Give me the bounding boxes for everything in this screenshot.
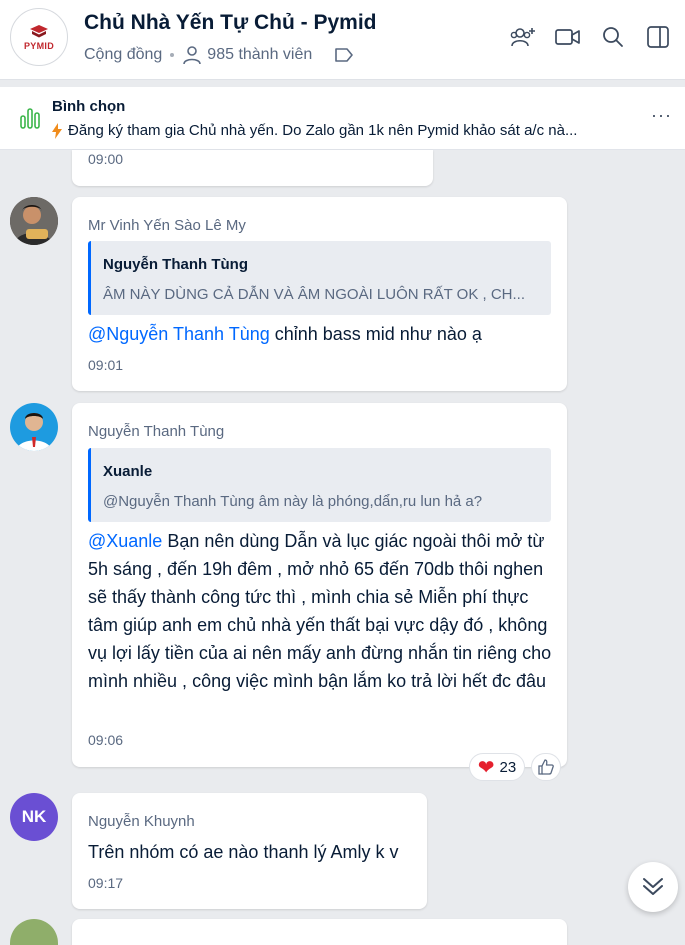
tag-icon[interactable]	[334, 47, 354, 63]
mention-link[interactable]: @Nguyễn Thanh Tùng	[88, 324, 270, 344]
message-text: Trên nhóm có ae nào thanh lý Amly k v	[88, 842, 399, 862]
poll-label: Bình chọn	[52, 98, 126, 115]
pinned-poll-bar[interactable]: Bình chọn Đăng ký tham gia Chủ nhà yến. …	[0, 87, 685, 150]
message-bubble[interactable]: Nguyễn Khuynh Trên nhóm có ae nào thanh …	[72, 793, 427, 909]
message-time: 09:00	[88, 151, 124, 167]
poll-chart-icon	[20, 108, 40, 129]
avatar[interactable]	[10, 403, 58, 451]
message-time: 09:17	[88, 875, 124, 891]
heart-icon: ❤	[477, 756, 495, 779]
add-member-icon[interactable]	[509, 24, 537, 50]
video-call-icon[interactable]	[554, 24, 582, 50]
mention-link[interactable]: @Xuanle	[88, 531, 162, 551]
message-time: 09:01	[88, 357, 124, 373]
group-title[interactable]: Chủ Nhà Yến Tự Chủ - Pymid	[84, 11, 377, 35]
lightning-icon	[52, 122, 62, 139]
quoted-text: @Nguyễn Thanh Tùng âm này là phóng,dẩn,r…	[103, 493, 483, 510]
group-subline: Cộng đồng 985 thành viên	[84, 45, 354, 65]
poll-description-text: Đăng ký tham gia Chủ nhà yến. Do Zalo gầ…	[68, 122, 578, 139]
sender-name[interactable]: Nguyễn Thanh Tùng	[88, 423, 224, 440]
avatar-initials: NK	[21, 807, 47, 826]
avatar[interactable]: NK	[10, 793, 58, 841]
message-bubble[interactable]: 09:00	[72, 150, 433, 186]
message-bubble[interactable]	[72, 919, 567, 945]
group-category: Cộng đồng	[84, 46, 163, 63]
quoted-text: ÂM NÀY DÙNG CẢ DẪN VÀ ÂM NGOÀI LUÔN RẤT …	[103, 286, 526, 303]
thumbs-up-icon	[538, 759, 554, 775]
message-body: chỉnh bass mid như nào ạ	[269, 324, 482, 344]
message-body: Bạn nên dùng Dẫn và lục giác ngoài thôi …	[88, 531, 552, 691]
reaction-count: 23	[499, 758, 517, 776]
group-avatar[interactable]: PYMID	[10, 8, 68, 66]
message-bubble[interactable]: Nguyễn Thanh Tùng Xuanle @Nguyễn Thanh T…	[72, 403, 567, 767]
poll-description: Đăng ký tham gia Chủ nhà yến. Do Zalo gầ…	[52, 122, 577, 139]
pymid-logo-icon	[30, 24, 48, 37]
avatar[interactable]	[10, 919, 58, 945]
quoted-message[interactable]: Xuanle @Nguyễn Thanh Tùng âm này là phón…	[88, 448, 551, 522]
quoted-sender: Nguyễn Thanh Tùng	[103, 256, 248, 273]
chat-header: PYMID Chủ Nhà Yến Tự Chủ - Pymid Cộng đồ…	[0, 0, 685, 80]
message-text: @Nguyễn Thanh Tùng chỉnh bass mid như nà…	[88, 320, 553, 348]
sender-name[interactable]: Nguyễn Khuynh	[88, 813, 195, 830]
like-button[interactable]	[531, 753, 561, 781]
message-bubble[interactable]: Mr Vinh Yến Sào Lê My Nguyễn Thanh Tùng …	[72, 197, 567, 391]
member-icon	[183, 46, 202, 65]
more-options-icon[interactable]: ···	[651, 105, 672, 126]
avatar[interactable]	[10, 197, 58, 245]
quoted-sender: Xuanle	[103, 463, 153, 480]
separator-dot	[170, 53, 175, 57]
message-text: @Xuanle Bạn nên dùng Dẫn và lục giác ngo…	[88, 527, 558, 695]
message-time: 09:06	[88, 732, 124, 748]
quoted-message[interactable]: Nguyễn Thanh Tùng ÂM NÀY DÙNG CẢ DẪN VÀ …	[88, 241, 551, 315]
sender-name[interactable]: Mr Vinh Yến Sào Lê My	[88, 217, 246, 234]
sidebar-toggle-icon[interactable]	[644, 24, 672, 50]
scroll-to-bottom-button[interactable]	[628, 862, 678, 912]
member-count[interactable]: 985 thành viên	[207, 46, 312, 64]
search-icon[interactable]	[599, 24, 627, 50]
reaction-summary[interactable]: ❤ 23	[469, 753, 525, 781]
double-chevron-down-icon	[643, 878, 663, 895]
group-logo-text: PYMID	[23, 40, 54, 51]
